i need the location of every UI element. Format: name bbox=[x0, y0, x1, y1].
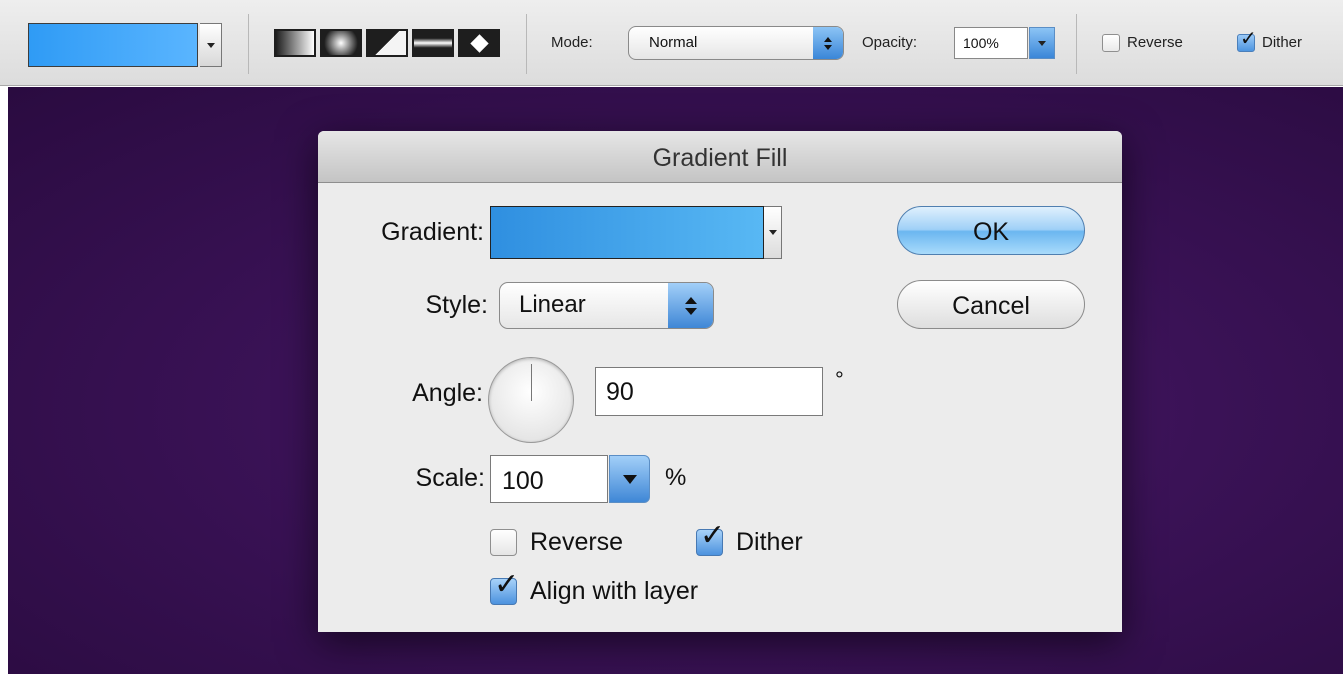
angle-gradient-icon[interactable] bbox=[366, 29, 408, 57]
reverse-checkbox[interactable] bbox=[1102, 34, 1120, 52]
dither-label: Dither bbox=[736, 528, 803, 556]
toolbar-divider bbox=[1076, 14, 1077, 74]
checkmark-icon: ✓ bbox=[494, 568, 520, 601]
percent-unit: % bbox=[665, 464, 687, 491]
cancel-button[interactable]: Cancel bbox=[897, 280, 1085, 329]
angle-dial[interactable] bbox=[488, 357, 574, 443]
toolbar-divider bbox=[248, 14, 249, 74]
scale-label: Scale: bbox=[415, 464, 485, 492]
gradient-swatch[interactable] bbox=[28, 23, 198, 67]
checkmark-icon: ✓ bbox=[700, 519, 726, 552]
linear-gradient-icon[interactable] bbox=[274, 29, 316, 57]
align-with-layer-checkbox[interactable]: ✓ bbox=[490, 570, 519, 605]
gradient-preview[interactable] bbox=[490, 206, 764, 259]
options-toolbar: Mode: Normal Opacity: 100% Reverse ✓ Dit… bbox=[0, 0, 1343, 86]
degree-unit: ° bbox=[835, 367, 844, 392]
align-with-layer-label: Align with layer bbox=[530, 577, 699, 605]
chevron-down-icon bbox=[622, 474, 637, 484]
select-stepper-icon bbox=[813, 27, 843, 59]
style-select[interactable]: Linear bbox=[499, 282, 714, 329]
opacity-label: Opacity: bbox=[862, 34, 918, 51]
opacity-dropdown[interactable] bbox=[1029, 27, 1055, 59]
scale-input[interactable]: 100 bbox=[490, 455, 608, 503]
angle-input[interactable]: 90 bbox=[595, 367, 823, 416]
chevron-down-icon bbox=[1038, 40, 1046, 46]
toolbar-divider bbox=[526, 14, 527, 74]
style-label: Style: bbox=[425, 291, 488, 319]
mode-value: Normal bbox=[649, 34, 698, 51]
dither-label: Dither bbox=[1262, 34, 1303, 51]
select-stepper-icon bbox=[668, 283, 713, 328]
reflected-gradient-icon[interactable] bbox=[412, 29, 454, 57]
reverse-checkbox[interactable] bbox=[490, 529, 517, 556]
opacity-input[interactable]: 100% bbox=[954, 27, 1028, 59]
checkmark-icon: ✓ bbox=[1240, 28, 1257, 50]
gradient-fill-dialog: Gradient Fill Gradient: Style: Linear An… bbox=[318, 131, 1122, 632]
style-value: Linear bbox=[519, 291, 586, 318]
chevron-down-icon bbox=[768, 230, 777, 235]
gradient-dropdown[interactable] bbox=[764, 206, 782, 259]
chevron-down-icon bbox=[206, 42, 215, 48]
ok-button[interactable]: OK bbox=[897, 206, 1085, 255]
dither-checkbox[interactable]: ✓ bbox=[696, 521, 725, 556]
scale-dropdown[interactable] bbox=[609, 455, 650, 503]
radial-gradient-icon[interactable] bbox=[320, 29, 362, 57]
dialog-title: Gradient Fill bbox=[318, 131, 1122, 183]
angle-needle-icon bbox=[531, 364, 532, 401]
angle-label: Angle: bbox=[412, 379, 483, 407]
dither-checkbox[interactable]: ✓ bbox=[1237, 29, 1257, 52]
gradient-picker-dropdown[interactable] bbox=[200, 23, 222, 67]
reverse-label: Reverse bbox=[530, 528, 624, 556]
gradient-label: Gradient: bbox=[381, 218, 484, 246]
diamond-gradient-icon[interactable] bbox=[458, 29, 500, 57]
mode-select[interactable]: Normal bbox=[628, 26, 844, 60]
mode-label: Mode: bbox=[551, 34, 593, 51]
reverse-label: Reverse bbox=[1127, 34, 1183, 51]
